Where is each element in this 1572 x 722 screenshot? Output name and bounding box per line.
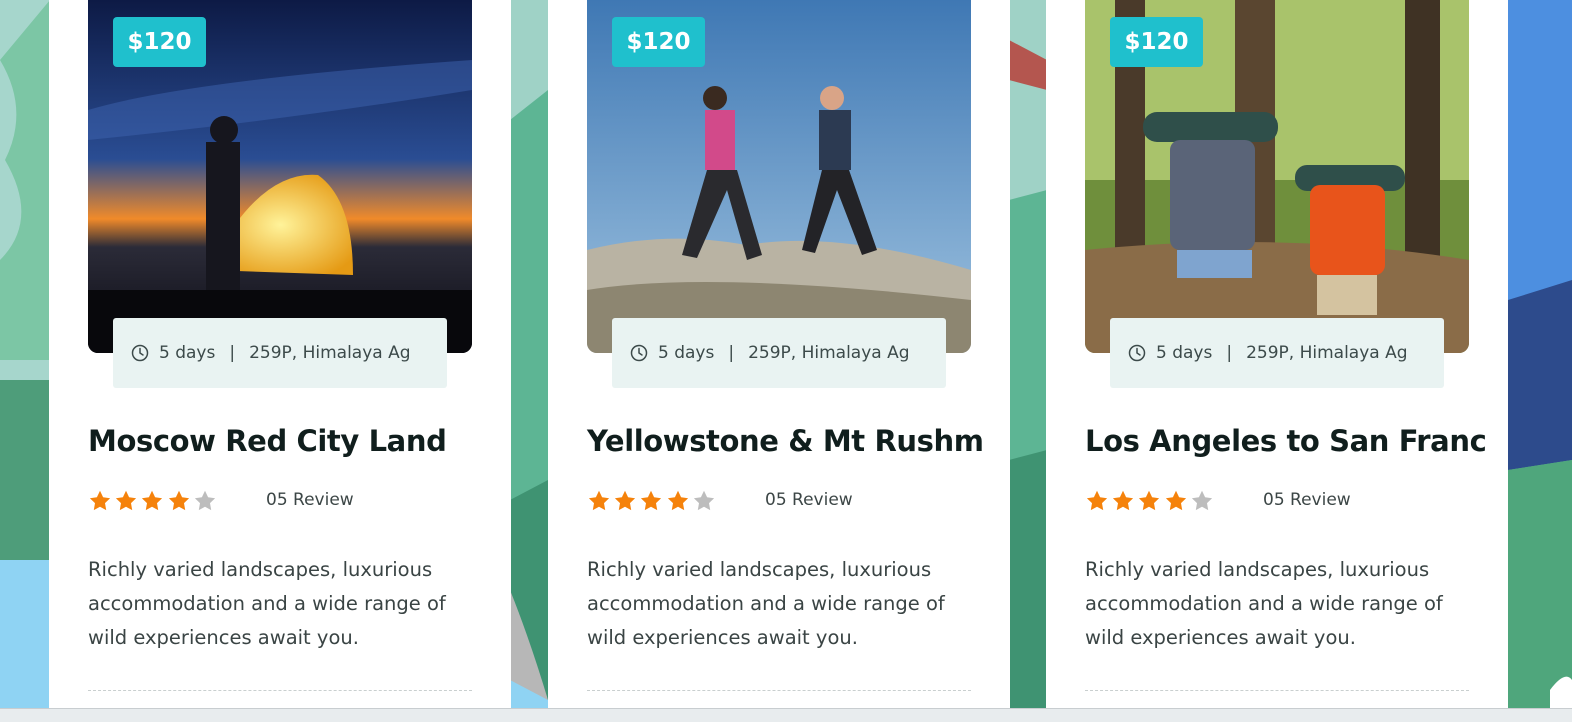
duration-text: 5 days xyxy=(1156,343,1213,363)
card-divider xyxy=(1085,690,1469,691)
tour-card[interactable]: $120 5 days | 259P, Himalaya Ag Moscow R… xyxy=(49,0,511,708)
review-count[interactable]: 05 Review xyxy=(765,490,853,510)
star-icon xyxy=(193,489,217,513)
star-icon xyxy=(88,489,112,513)
star-icon xyxy=(692,489,716,513)
card-divider xyxy=(88,690,472,691)
star-icon xyxy=(114,489,138,513)
location-text: 259P, Himalaya Ag xyxy=(1246,343,1408,363)
location-text: 259P, Himalaya Ag xyxy=(249,343,411,363)
star-icon xyxy=(1085,489,1109,513)
star-icon xyxy=(1111,489,1135,513)
tour-title[interactable]: Los Angeles to San Franc xyxy=(1085,424,1487,458)
tour-description: Richly varied landscapes, luxurious acco… xyxy=(587,558,945,649)
meta-separator: | xyxy=(229,343,236,363)
meta-separator: | xyxy=(728,343,735,363)
duration-text: 5 days xyxy=(159,343,216,363)
star-icon xyxy=(1190,489,1214,513)
star-rating xyxy=(587,488,718,514)
tour-meta: 5 days | 259P, Himalaya Ag xyxy=(1110,318,1444,388)
meta-separator: | xyxy=(1226,343,1233,363)
tour-title[interactable]: Yellowstone & Mt Rushm xyxy=(587,424,984,458)
star-icon xyxy=(639,489,663,513)
star-icon xyxy=(1137,489,1161,513)
tour-description: Richly varied landscapes, luxurious acco… xyxy=(88,558,446,649)
tour-meta: 5 days | 259P, Himalaya Ag xyxy=(612,318,946,388)
clock-icon xyxy=(630,344,648,362)
tour-title[interactable]: Moscow Red City Land xyxy=(88,424,447,458)
card-divider xyxy=(587,690,971,691)
star-icon xyxy=(587,489,611,513)
star-icon xyxy=(613,489,637,513)
location-text: 259P, Himalaya Ag xyxy=(748,343,910,363)
tour-card[interactable]: $120 5 days | 259P, Himalaya Ag Los Ange… xyxy=(1046,0,1508,708)
clock-icon xyxy=(131,344,149,362)
browser-bottom-edge xyxy=(0,708,1572,722)
tour-meta: 5 days | 259P, Himalaya Ag xyxy=(113,318,447,388)
clock-icon xyxy=(1128,344,1146,362)
star-icon xyxy=(167,489,191,513)
star-icon xyxy=(1164,489,1188,513)
duration-text: 5 days xyxy=(658,343,715,363)
tour-card[interactable]: $120 5 days | 259P, Himalaya Ag Yellowst… xyxy=(548,0,1010,708)
price-badge: $120 xyxy=(1110,17,1203,67)
star-rating xyxy=(1085,488,1216,514)
price-badge: $120 xyxy=(113,17,206,67)
review-count[interactable]: 05 Review xyxy=(266,490,354,510)
review-count[interactable]: 05 Review xyxy=(1263,490,1351,510)
star-rating xyxy=(88,488,219,514)
star-icon xyxy=(666,489,690,513)
price-badge: $120 xyxy=(612,17,705,67)
tour-description: Richly varied landscapes, luxurious acco… xyxy=(1085,558,1443,649)
star-icon xyxy=(140,489,164,513)
